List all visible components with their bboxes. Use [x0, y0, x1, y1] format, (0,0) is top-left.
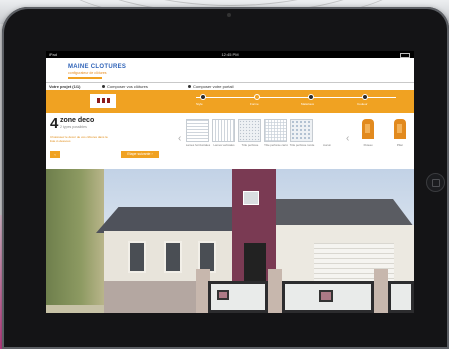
- option-label: Tôle perforée: [241, 143, 259, 147]
- front-door: [244, 243, 266, 283]
- gate-pillar: [374, 269, 388, 313]
- brand-tagline: configurateur de clôtures: [68, 71, 107, 75]
- progress-label-1: Style: [196, 102, 203, 106]
- option-tile[interactable]: [212, 119, 235, 142]
- preview-bar: [107, 98, 110, 103]
- preview-bar: [97, 98, 100, 103]
- option-label: Lames horizontales: [185, 143, 211, 147]
- back-button[interactable]: ‹: [50, 151, 60, 158]
- step-number: 4: [50, 115, 59, 132]
- gate-panel[interactable]: [282, 281, 374, 313]
- option-tile[interactable]: [264, 119, 287, 142]
- status-bar: iPad 12:45 PM: [46, 51, 414, 58]
- chevron-left-icon[interactable]: ‹: [346, 133, 349, 144]
- clock: 12:45 PM: [221, 52, 239, 57]
- option-label: Aucun: [323, 143, 331, 147]
- post-option[interactable]: [362, 119, 374, 139]
- nav-step-gate[interactable]: Composer votre portail: [188, 83, 233, 90]
- fence-panel[interactable]: [208, 281, 268, 313]
- option-tile[interactable]: [290, 119, 313, 142]
- step-subtitle: 2 types possibles: [60, 125, 87, 129]
- post-label: Poteau: [363, 143, 373, 147]
- roof-left: [96, 207, 246, 233]
- site-header: MAINE CLOTURES configurateur de clôtures: [46, 58, 414, 82]
- next-step-button[interactable]: Etape suivante ›: [121, 151, 159, 158]
- post-label: Pilier: [396, 143, 404, 147]
- lawn: [46, 305, 106, 313]
- progress-label-2: Forme: [250, 102, 259, 106]
- fence-panel[interactable]: [388, 281, 414, 313]
- step-title: zone deco: [60, 117, 95, 124]
- option-label: Tôle perforée carré: [264, 143, 288, 147]
- decor-insert: [217, 290, 229, 300]
- step-dot-icon: [188, 85, 191, 89]
- gate-pillar: [268, 269, 282, 313]
- tablet-device: iPad 12:45 PM MAINE CLOTURES configurate…: [2, 7, 449, 349]
- home-button[interactable]: [426, 173, 445, 192]
- fence-preview-thumbnail[interactable]: [90, 94, 116, 108]
- progress-step-1[interactable]: [200, 94, 206, 100]
- chevron-left-icon[interactable]: ‹: [178, 133, 181, 144]
- camera: [227, 13, 231, 17]
- nav-step-gate-label: Composer votre portail: [193, 84, 234, 89]
- app-screen: iPad 12:45 PM MAINE CLOTURES configurate…: [46, 51, 414, 313]
- configurator-panel: 4 zone deco 2 types possibles Choisissez…: [46, 113, 414, 169]
- option-label: Lames verticales: [213, 143, 235, 147]
- option-tile[interactable]: [186, 119, 209, 142]
- progress-label-4: Couleur: [357, 102, 368, 106]
- tree-foliage: [46, 169, 104, 313]
- tower-window: [243, 191, 259, 205]
- option-label: Tôle perforée ronde: [289, 143, 315, 147]
- step-description: Choisissez le décor de vos clôtures dans…: [50, 135, 108, 143]
- preview-bar: [102, 98, 105, 103]
- progress-band: Style Forme Matériaux Couleur: [46, 90, 414, 113]
- window: [128, 241, 146, 273]
- progress-step-2[interactable]: [254, 94, 260, 100]
- post-option[interactable]: [394, 119, 406, 139]
- progress-label-3: Matériaux: [301, 102, 315, 106]
- house-preview: [46, 169, 414, 313]
- window: [164, 241, 182, 273]
- progress-step-4[interactable]: [362, 94, 368, 100]
- roof-right: [274, 199, 414, 227]
- decor-insert: [319, 290, 333, 302]
- step-dot-icon: [102, 85, 105, 89]
- brand-logo[interactable]: MAINE CLOTURES configurateur de clôtures: [68, 64, 138, 79]
- brand-name: MAINE CLOTURES: [68, 64, 127, 70]
- nav-step-fences-label: Composer vos clôtures: [107, 84, 148, 89]
- breadcrumb-project[interactable]: Votre projet (1/1): [49, 83, 81, 90]
- progress-step-3[interactable]: [308, 94, 314, 100]
- logo-bar: [68, 77, 102, 79]
- breadcrumb: Votre projet (1/1) Composer vos clôtures…: [46, 83, 414, 90]
- nav-step-fences[interactable]: Composer vos clôtures: [102, 83, 148, 90]
- option-tile[interactable]: [238, 119, 261, 142]
